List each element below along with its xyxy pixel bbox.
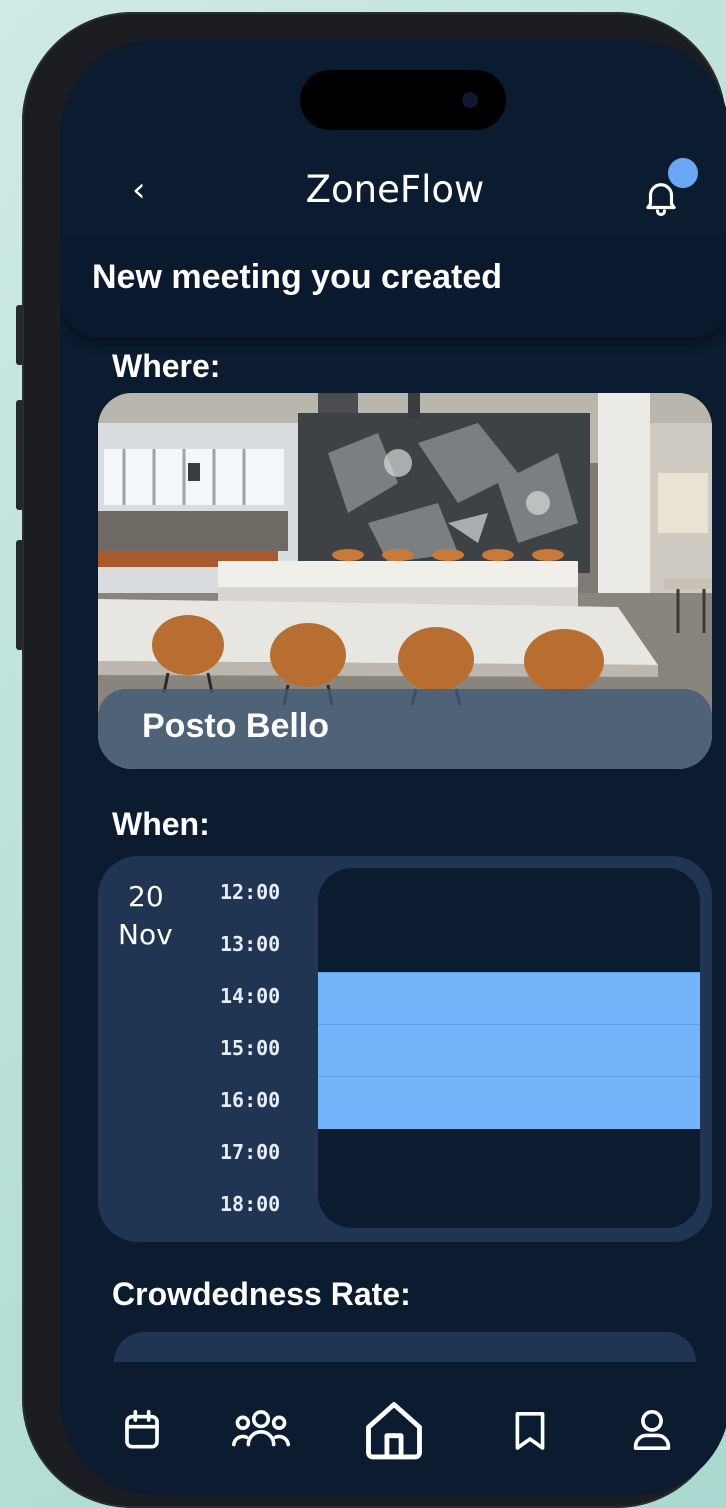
notification-badge[interactable] (668, 158, 698, 188)
time-label: 16:00 (220, 1088, 281, 1112)
home-icon[interactable] (360, 1396, 428, 1464)
place-card[interactable]: Posto Bello (98, 393, 712, 769)
time-label: 15:00 (220, 1036, 281, 1060)
dynamic-island (300, 70, 506, 130)
people-icon[interactable] (232, 1408, 290, 1452)
place-name: Posto Bello (142, 707, 330, 745)
where-label: Where: (112, 348, 221, 384)
app-screen: ‹ ZoneFlow New meeting you created Where… (60, 40, 726, 1495)
time-slot[interactable] (318, 1128, 700, 1180)
page-header: New meeting you created (60, 240, 726, 338)
time-label: 17:00 (220, 1140, 281, 1164)
bottom-nav (60, 1370, 726, 1490)
crowdedness-label: Crowdedness Rate: (112, 1276, 411, 1312)
schedule-card: 20 Nov 12:00 13:00 14:00 15:00 16:00 17:… (98, 856, 712, 1242)
time-slot-selected[interactable] (318, 1076, 700, 1129)
date-day: 20 (128, 880, 164, 913)
time-slot-grid[interactable] (318, 868, 700, 1228)
time-label: 13:00 (220, 932, 281, 956)
app-title: ZoneFlow (305, 168, 485, 211)
time-slot-selected[interactable] (318, 972, 700, 1025)
when-label: When: (112, 806, 210, 842)
time-slot-selected[interactable] (318, 1024, 700, 1077)
bookmark-icon[interactable] (512, 1408, 548, 1452)
time-label: 14:00 (220, 984, 281, 1008)
time-label: 12:00 (220, 880, 281, 904)
time-slot[interactable] (318, 1180, 700, 1228)
user-icon[interactable] (632, 1408, 672, 1452)
time-slot[interactable] (318, 920, 700, 972)
phone-frame: ‹ ZoneFlow New meeting you created Where… (22, 12, 726, 1508)
place-name-overlay: Posto Bello (98, 689, 712, 769)
calendar-icon[interactable] (122, 1408, 162, 1452)
page-title: New meeting you created (92, 258, 503, 296)
crowdedness-card (114, 1332, 696, 1362)
date-month: Nov (118, 918, 173, 951)
time-slot[interactable] (318, 868, 700, 920)
time-label: 18:00 (220, 1192, 281, 1216)
